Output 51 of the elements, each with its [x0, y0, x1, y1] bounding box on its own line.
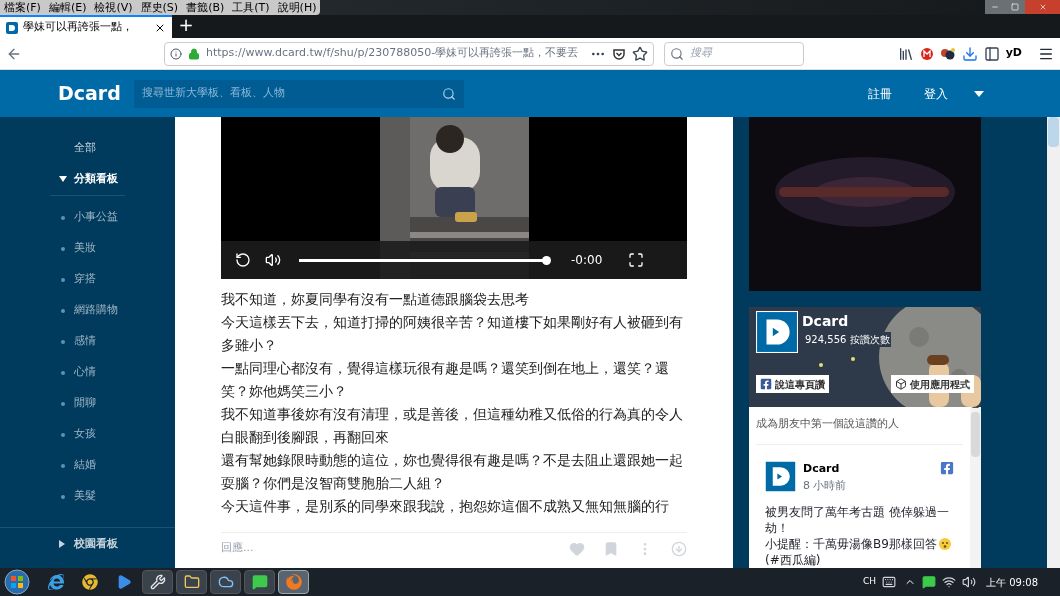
menu-item[interactable]: 書籤(B)	[186, 0, 225, 15]
like-count: 924,556 按讚次數	[804, 332, 891, 347]
post-text: 被男友問了萬年考古題 僥倖躲過一劫！	[765, 504, 950, 536]
sidebar-section[interactable]: 校園看板	[74, 535, 118, 553]
post-paragraph: 今天這樣丟下去，知道打掃的阿姨很辛苦？知道樓下如果剛好有人被砸到有多雖小？	[221, 313, 684, 355]
menu-item[interactable]: 檔案(F)	[4, 0, 41, 15]
post-author[interactable]: Dcard	[803, 461, 933, 478]
menu-item[interactable]: 檢視(V)	[94, 0, 133, 15]
sidebar-item[interactable]: 感情	[74, 333, 96, 350]
sidebar-item[interactable]: 小事公益	[74, 209, 118, 226]
sidebar-item[interactable]: 美妝	[74, 240, 96, 257]
tab-title: 學妹可以再誇張一點，	[23, 19, 133, 36]
sidebar-item[interactable]: 閒聊	[74, 395, 96, 412]
site-logo[interactable]: Dcard	[58, 79, 132, 108]
new-tab-button[interactable]: +	[172, 12, 200, 38]
post-paragraph: 還有幫她錄限時動態的這位，妳也覺得很有趣是嗎？不是去阻止還跟她一起耍腦？你們是沒智商雙胞胎二人組？	[221, 451, 684, 493]
post-text: (#西瓜編)	[765, 552, 821, 568]
sidebar-item[interactable]: 穿搭	[74, 271, 96, 288]
menu-item[interactable]: 編輯(E)	[48, 0, 87, 15]
header-link[interactable]: 登入	[924, 84, 948, 103]
sidebar-item[interactable]: 女孩	[74, 426, 96, 443]
language-indicator[interactable]: CH	[862, 575, 876, 589]
friends-note: 成為朋友中第一個說這讚的人	[756, 417, 899, 430]
sidebar-section[interactable]: 分類看板	[74, 170, 118, 188]
address-bar[interactable]: https://www.dcard.tw/f/shu/p/230788050-學妹可以再誇張一點，不要丟	[164, 41, 654, 66]
sidebar-item[interactable]: 結婚	[74, 457, 96, 474]
url-text: https://www.dcard.tw/f/shu/p/230788050-學妹可以再誇張一點，不要丟	[206, 45, 580, 62]
post-text: 小提醒：千萬毋湯像B9那樣回答	[765, 536, 937, 552]
sidebar-link[interactable]: 全部	[74, 140, 175, 171]
sidebar-item[interactable]: 美髮	[74, 488, 96, 505]
clock[interactable]: 上午 09:08	[986, 574, 1038, 590]
menu-item[interactable]: 工具(T)	[232, 0, 270, 15]
sidebar-item[interactable]: 網路購物	[74, 302, 118, 319]
menu-item[interactable]: 說明(H)	[277, 0, 317, 15]
post-paragraph: 今天這件事，是別系的同學來跟我說，抱怨妳這個不成熟又無知無腦的行	[221, 497, 670, 516]
search-placeholder: 搜尋	[690, 45, 712, 62]
sidebar-item[interactable]: 心情	[74, 364, 96, 381]
post-paragraph: 我不知道事後妳有沒有清理，或是善後，但這種幼稚又低俗的行為真的令人白眼翻到後腳跟，再翻回來	[221, 405, 684, 447]
post-time[interactable]: 8 小時前	[803, 477, 933, 494]
browser-tab[interactable]: 學妹可以再誇張一點，	[0, 15, 172, 38]
page-name[interactable]: Dcard	[802, 311, 891, 332]
site-search-placeholder: 搜尋世新大學板、看板、人物	[142, 85, 286, 102]
header-link[interactable]: 註冊	[868, 84, 892, 103]
extension-badge[interactable]: yD	[1005, 45, 1022, 62]
post-paragraph: 我不知道，妳夏同學有沒有一點道德跟腦袋去思考	[221, 290, 530, 309]
like-page-button[interactable]: 說這專頁讚	[756, 375, 829, 393]
post-paragraph: 一點同理心都沒有，覺得這樣玩很有趣是嗎？還笑到倒在地上，還笑？還笑？妳他媽笑三小？	[221, 359, 670, 401]
video-time: -0:00	[571, 252, 603, 269]
site-search-field[interactable]: 搜尋世新大學板、看板、人物	[134, 79, 464, 108]
menu-item[interactable]: 歷史(S)	[140, 0, 179, 15]
use-app-button[interactable]: 使用應用程式	[891, 375, 974, 393]
